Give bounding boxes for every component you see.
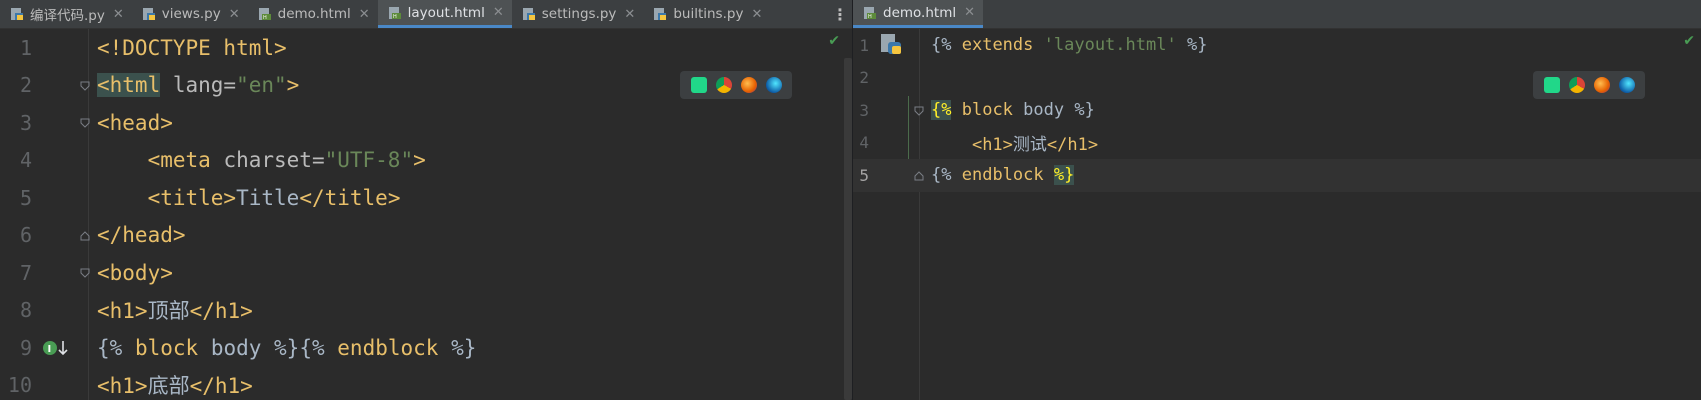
left-editor-pane: 编译代码.py ✕ views.py ✕ H demo.html ✕ H lay…: [0, 0, 852, 400]
chrome-icon[interactable]: [1568, 77, 1585, 93]
code-line: 3 <head>: [0, 104, 852, 142]
edge-icon[interactable]: [1618, 77, 1635, 93]
line-number: 5: [859, 165, 869, 185]
code-line-current: 5 {% endblock %}: [853, 159, 1701, 192]
tab-label: views.py: [161, 6, 221, 22]
svg-text:H: H: [868, 14, 872, 20]
code-line: 4 <h1>测试</h1>: [853, 127, 1701, 160]
python-file-icon: [142, 8, 155, 20]
tab-label: 编译代码.py: [30, 8, 105, 24]
more-tabs-icon[interactable]: ⋮: [832, 0, 848, 28]
close-icon[interactable]: ✕: [624, 7, 635, 22]
code-text: {% block body %}: [931, 100, 1095, 121]
code-line: 7 <body>: [0, 254, 852, 292]
line-number: 10: [7, 373, 32, 398]
code-text: {% extends 'layout.html' %}: [931, 35, 1208, 56]
tab-label: demo.html: [277, 6, 351, 22]
line-number: 9: [19, 335, 32, 360]
tab-layout-html[interactable]: H layout.html ✕: [377, 0, 512, 28]
fold-icon[interactable]: [914, 171, 924, 181]
tab-label: builtins.py: [673, 6, 744, 22]
code-text: <h1>底部</h1>: [97, 374, 253, 399]
firefox-icon[interactable]: [1593, 77, 1610, 93]
line-number: 1: [19, 35, 32, 60]
line-number: 2: [859, 68, 869, 88]
fold-icon[interactable]: [80, 268, 90, 278]
right-tab-bar: H demo.html ✕: [853, 0, 1701, 29]
line-number: 1: [859, 35, 869, 55]
browser-preview-bar: [1533, 71, 1645, 99]
tab-builtins-py[interactable]: builtins.py ✕: [643, 0, 770, 28]
browser-preview-bar: [680, 71, 792, 99]
chrome-icon[interactable]: [715, 77, 732, 93]
close-icon[interactable]: ✕: [964, 5, 975, 20]
tab-settings-py[interactable]: settings.py ✕: [512, 0, 644, 28]
python-override-icon[interactable]: [879, 32, 903, 56]
html-file-icon: H: [258, 8, 271, 21]
right-editor-pane: H demo.html ✕ ✔ 1 {% extends 'layout.htm…: [853, 0, 1701, 400]
code-line: 10 <h1>底部</h1>: [0, 367, 852, 400]
close-icon[interactable]: ✕: [493, 5, 504, 20]
code-line: 8 <h1>顶部</h1>: [0, 292, 852, 330]
html-file-icon: H: [864, 6, 876, 20]
code-text: <h1>顶部</h1>: [97, 299, 253, 324]
fold-icon[interactable]: [80, 230, 90, 241]
close-icon[interactable]: ✕: [113, 7, 124, 22]
close-icon[interactable]: ✕: [751, 7, 762, 22]
tab-label: layout.html: [407, 4, 485, 21]
pycharm-icon[interactable]: [1543, 77, 1560, 93]
html-file-icon: H: [388, 6, 401, 20]
python-file-icon: [654, 8, 667, 20]
python-file-icon: [11, 8, 23, 20]
python-file-icon: [522, 8, 535, 20]
tab-label: demo.html: [883, 4, 957, 21]
close-icon[interactable]: ✕: [229, 7, 240, 22]
tab-label: settings.py: [541, 6, 617, 22]
code-text: <head>: [97, 110, 173, 135]
code-text: {% endblock %}: [931, 165, 1075, 186]
code-text: <body>: [97, 260, 173, 285]
edge-icon[interactable]: [765, 77, 782, 93]
code-text: {% block body %}{% endblock %}: [97, 335, 477, 360]
pycharm-icon[interactable]: [690, 77, 707, 93]
svg-text:H: H: [263, 15, 267, 21]
firefox-icon[interactable]: [740, 77, 757, 93]
fold-icon[interactable]: [914, 106, 924, 116]
line-number: 4: [19, 148, 32, 173]
code-line: 1 {% extends 'layout.html' %}: [853, 29, 1701, 62]
close-icon[interactable]: ✕: [359, 7, 370, 22]
code-text: </head>: [97, 223, 186, 248]
code-line: 9 I {% block body %}{% endblock %}: [0, 329, 852, 367]
left-tab-bar: 编译代码.py ✕ views.py ✕ H demo.html ✕ H lay…: [0, 0, 852, 29]
code-text: <title>Title</title>: [147, 185, 401, 210]
line-number: 4: [859, 133, 869, 153]
tab-compile-py[interactable]: 编译代码.py ✕: [0, 0, 132, 28]
code-text: <meta charset="UTF-8">: [147, 148, 426, 173]
fold-icon[interactable]: [80, 118, 90, 128]
fold-icon[interactable]: [80, 81, 90, 91]
tab-demo-html[interactable]: H demo.html ✕: [853, 0, 983, 28]
line-number: 5: [19, 185, 32, 210]
code-text: <!DOCTYPE html>: [97, 35, 287, 60]
overridden-block-icon[interactable]: I: [42, 339, 70, 357]
line-number: 8: [19, 298, 32, 323]
line-number: 6: [19, 223, 32, 248]
line-number: 2: [19, 73, 32, 98]
code-line: 4 <meta charset="UTF-8">: [0, 142, 852, 180]
line-number: 3: [859, 100, 869, 120]
tab-views-py[interactable]: views.py ✕: [132, 0, 248, 28]
svg-text:I: I: [48, 344, 52, 355]
code-line: 6 </head>: [0, 217, 852, 255]
code-line: 5 <title>Title</title>: [0, 179, 852, 217]
line-number: 3: [19, 110, 32, 135]
tab-demo-html[interactable]: H demo.html ✕: [248, 0, 378, 28]
line-number: 7: [19, 260, 32, 285]
code-text: <html lang="en">: [97, 73, 300, 98]
svg-text:H: H: [393, 14, 397, 20]
code-text: <h1>测试</h1>: [971, 135, 1099, 156]
code-line: 1 <!DOCTYPE html>: [0, 29, 852, 67]
